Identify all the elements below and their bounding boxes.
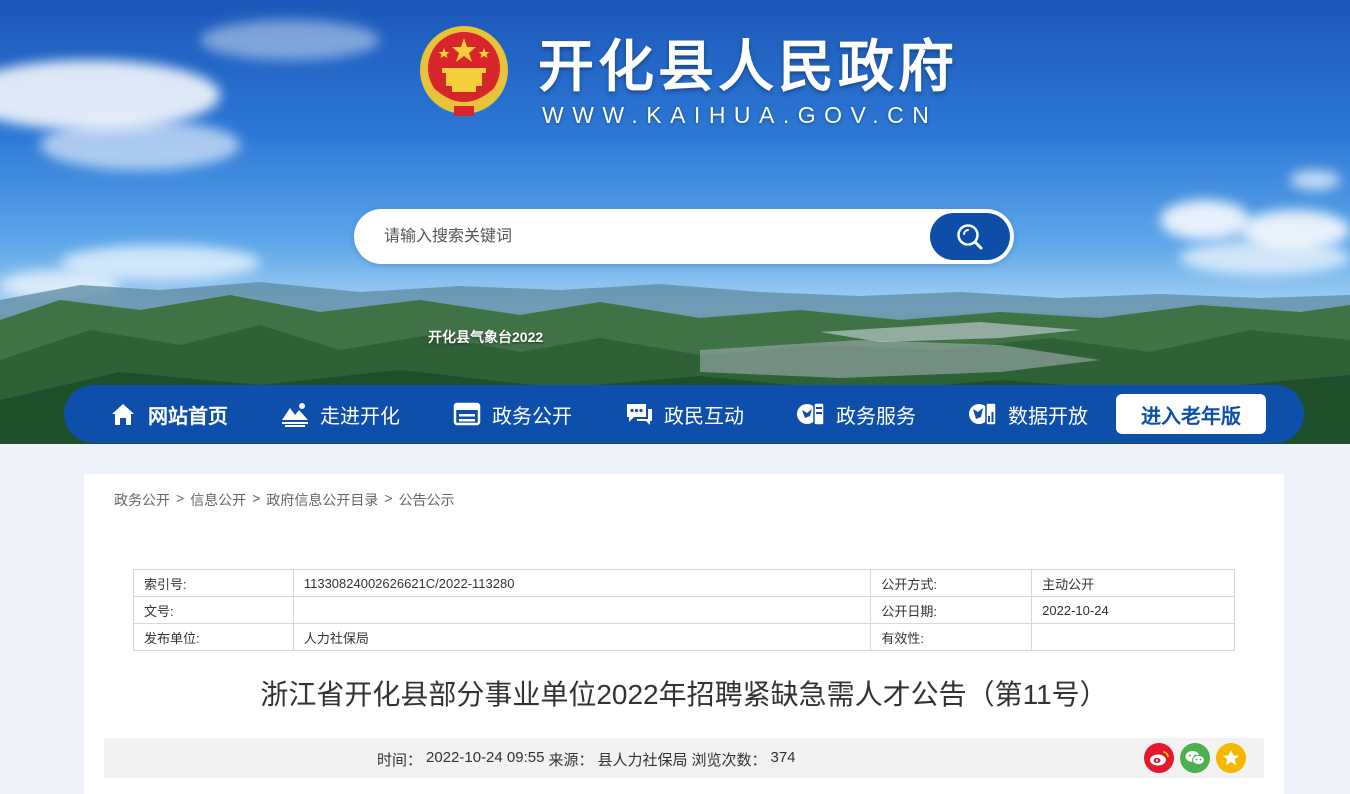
article-info-bar: 时间： 2022-10-24 09:55 来源： 县人力社保局 浏览次数： 37… [104,738,1264,778]
breadcrumb-item[interactable]: 公告公示 [399,490,455,510]
table-row: 发布单位: 人力社保局 有效性: [133,623,1235,651]
nav-item-about[interactable]: 走进开化 [280,385,400,443]
meta-key: 有效性: [870,623,1033,651]
home-icon [108,399,138,429]
time-label: 时间： [377,752,423,769]
source-label: 来源： [548,752,594,769]
nav-item-label: 走进开化 [320,405,400,428]
views-label: 浏览次数： [691,752,767,769]
breadcrumb-item[interactable]: 政府信息公开目录 [266,490,378,510]
weibo-share-button[interactable] [1144,743,1174,773]
nav-item-label: 网站首页 [148,405,228,428]
meta-value: 主动公开 [1031,569,1235,597]
breadcrumb-item[interactable]: 政务公开 [114,490,170,510]
data-icon [968,399,998,429]
meta-value [292,596,872,624]
search-input[interactable] [384,209,944,264]
chat-icon [624,399,654,429]
breadcrumb-separator: > [176,490,185,506]
favorite-button[interactable] [1216,743,1246,773]
meta-key: 索引号: [133,569,294,597]
time-value: 2022-10-24 09:55 [426,749,545,766]
nav-item-home[interactable]: 网站首页 [108,385,228,443]
views-value: 374 [770,749,796,766]
site-url: WWW.KAIHUA.GOV.CN [542,102,938,128]
breadcrumb: 政务公开 > 信息公开 > 政府信息公开目录 > 公告公示 [114,490,455,510]
content-card: 政务公开 > 信息公开 > 政府信息公开目录 > 公告公示 索引号: 11330… [84,474,1284,794]
meta-value: 11330824002626621C/2022-113280 [292,569,872,597]
breadcrumb-separator: > [384,490,393,506]
breadcrumb-separator: > [252,490,261,506]
source-value: 县人力社保局 [597,752,688,769]
header-banner: 开化县人民政府 WWW.KAIHUA.GOV.CN 开化县气象台2022 [0,0,1350,444]
national-emblem-icon [420,26,508,116]
nav-item-label: 数据开放 [1008,405,1088,428]
article-info: 时间： 2022-10-24 09:55 来源： 县人力社保局 浏览次数： 37… [377,749,796,770]
site-title: 开化县人民政府 [538,35,958,98]
nav-item-interaction[interactable]: 政民互动 [624,385,744,443]
meta-value [1031,623,1235,651]
meta-value: 2022-10-24 [1031,596,1235,624]
table-row: 文号: 公开日期: 2022-10-24 [133,596,1235,624]
meta-key: 公开方式: [870,569,1033,597]
search-icon [957,223,983,249]
nav-item-open-data[interactable]: 数据开放 [968,385,1088,443]
landscape-icon [280,399,310,429]
search-button[interactable] [930,213,1010,260]
favorite-icon [1223,750,1239,765]
article-title: 浙江省开化县部分事业单位2022年招聘紧缺急需人才公告（第11号） [260,679,1108,710]
document-meta-table: 索引号: 11330824002626621C/2022-113280 公开方式… [133,569,1235,651]
meta-key: 文号: [133,596,294,624]
nav-item-label: 政务服务 [836,405,916,428]
folder-icon [452,399,482,429]
service-icon [796,399,826,429]
main-nav: 网站首页 走进开化 政务公开 政民互动 政务服务 数据开放 进入老年版 [64,385,1304,443]
nav-item-label: 政民互动 [664,405,744,428]
nav-item-services[interactable]: 政务服务 [796,385,916,443]
search-box [354,209,1014,264]
weibo-icon [1150,751,1169,766]
meta-key: 公开日期: [870,596,1033,624]
meta-value: 人力社保局 [292,623,872,651]
wechat-icon [1185,751,1205,766]
wechat-share-button[interactable] [1180,743,1210,773]
news-ticker[interactable]: 开化县气象台2022 [428,327,543,347]
nav-item-gov-affairs[interactable]: 政务公开 [452,385,572,443]
elder-mode-button[interactable]: 进入老年版 [1116,394,1266,434]
meta-key: 发布单位: [133,623,294,651]
nav-item-label: 政务公开 [492,405,572,428]
table-row: 索引号: 11330824002626621C/2022-113280 公开方式… [133,569,1235,597]
breadcrumb-item[interactable]: 信息公开 [190,490,246,510]
